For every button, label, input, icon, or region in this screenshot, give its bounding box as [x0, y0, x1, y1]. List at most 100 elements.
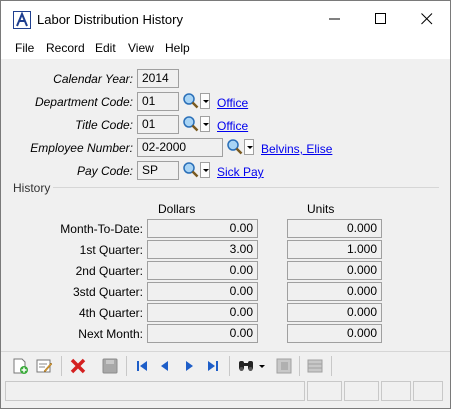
history-units-value: 0.000	[287, 282, 382, 301]
search-icon	[183, 162, 199, 178]
menu-record[interactable]: Record	[46, 41, 85, 55]
chevron-down-icon	[247, 146, 253, 149]
menu-edit[interactable]: Edit	[95, 41, 116, 55]
first-record-icon	[137, 361, 147, 371]
minimize-button[interactable]	[312, 1, 358, 37]
last-record-icon	[208, 361, 218, 371]
previous-record-button[interactable]	[156, 357, 174, 375]
department-code-field[interactable]: 01	[137, 92, 179, 111]
history-row-label: 4th Quarter:	[78, 306, 143, 320]
delete-record-button[interactable]	[69, 357, 87, 375]
last-record-button[interactable]	[204, 357, 222, 375]
history-units-value: 0.000	[287, 219, 382, 238]
chevron-down-icon	[203, 123, 209, 126]
status-panel	[381, 381, 411, 401]
employee-number-dropdown-button[interactable]	[244, 139, 254, 155]
calendar-year-label: Calendar Year:	[53, 72, 133, 86]
status-panel	[344, 381, 379, 401]
browse-icon	[276, 358, 292, 374]
find-dropdown-icon	[259, 365, 265, 368]
toolbar-separator	[229, 356, 230, 376]
minimize-icon	[329, 18, 340, 20]
next-record-icon	[186, 361, 193, 371]
history-dollars-value: 0.00	[147, 282, 258, 301]
app-window: Labor Distribution History File Record E…	[0, 0, 451, 409]
search-icon	[183, 93, 199, 109]
delete-icon	[70, 358, 86, 374]
close-icon	[421, 13, 433, 25]
department-code-link[interactable]: Office	[217, 96, 248, 110]
maximize-button[interactable]	[358, 1, 404, 37]
history-divider	[53, 187, 439, 188]
status-panel	[413, 381, 443, 401]
history-dollars-value: 3.00	[147, 240, 258, 259]
title-bar: Labor Distribution History	[1, 1, 450, 37]
pay-code-dropdown-button[interactable]	[200, 162, 210, 178]
history-row-label: 3std Quarter:	[72, 285, 143, 299]
status-message-panel	[5, 381, 305, 401]
previous-record-icon	[161, 361, 168, 371]
status-panel	[307, 381, 342, 401]
employee-name-link[interactable]: Belvins, Elise	[261, 142, 332, 156]
save-record-button[interactable]	[101, 357, 119, 375]
title-code-link[interactable]: Office	[217, 119, 248, 133]
save-icon	[102, 358, 118, 374]
window-title: Labor Distribution History	[37, 12, 183, 27]
title-code-dropdown-button[interactable]	[200, 116, 210, 132]
history-units-value: 1.000	[287, 240, 382, 259]
history-dollars-value: 0.00	[147, 303, 258, 322]
title-code-lookup-button[interactable]	[182, 115, 200, 133]
menu-bar: File Record Edit View Help	[1, 37, 450, 59]
pay-code-label: Pay Code:	[76, 164, 133, 178]
units-column-header: Units	[307, 202, 335, 216]
search-icon	[227, 139, 243, 155]
new-record-button[interactable]	[11, 357, 29, 375]
history-dollars-value: 0.00	[147, 219, 258, 238]
menu-file[interactable]: File	[15, 41, 34, 55]
dollars-column-header: Dollars	[158, 202, 196, 216]
record-toolbar	[1, 351, 450, 379]
next-record-button[interactable]	[180, 357, 198, 375]
department-code-dropdown-button[interactable]	[200, 93, 210, 109]
history-dollars-value: 0.00	[147, 324, 258, 343]
history-row-label: 2nd Quarter:	[75, 264, 143, 278]
new-record-icon	[13, 358, 28, 374]
history-row-label: Next Month:	[78, 327, 143, 341]
close-button[interactable]	[404, 1, 450, 37]
history-dollars-value: 0.00	[147, 261, 258, 280]
first-record-button[interactable]	[133, 357, 151, 375]
history-section-label: History	[13, 181, 51, 195]
chevron-down-icon	[203, 169, 209, 172]
maximize-icon	[375, 13, 386, 24]
employee-number-lookup-button[interactable]	[226, 138, 244, 156]
menu-help[interactable]: Help	[165, 41, 190, 55]
pay-code-field[interactable]: SP	[137, 161, 179, 180]
history-row-label: 1st Quarter:	[79, 243, 143, 257]
chevron-down-icon	[203, 100, 209, 103]
edit-record-button[interactable]	[35, 357, 53, 375]
employee-number-field[interactable]: 02-2000	[137, 138, 223, 157]
pay-code-link[interactable]: Sick Pay	[217, 165, 264, 179]
title-code-label: Title Code:	[75, 118, 133, 132]
find-binoculars-icon	[239, 361, 253, 371]
department-code-label: Department Code:	[34, 95, 133, 109]
toolbar-separator	[331, 356, 332, 376]
history-units-value: 0.000	[287, 324, 382, 343]
edit-record-icon	[36, 359, 53, 373]
status-bar	[1, 379, 450, 408]
menu-view[interactable]: View	[128, 41, 154, 55]
department-code-lookup-button[interactable]	[182, 92, 200, 110]
browse-button[interactable]	[275, 357, 293, 375]
employee-number-label: Employee Number:	[30, 141, 133, 155]
toolbar-separator	[61, 356, 62, 376]
calendar-year-field[interactable]: 2014	[137, 69, 179, 88]
search-icon	[183, 116, 199, 132]
list-button[interactable]	[306, 357, 324, 375]
toolbar-separator	[299, 356, 300, 376]
pay-code-lookup-button[interactable]	[182, 161, 200, 179]
history-row-label: Month-To-Date:	[60, 222, 143, 236]
find-button[interactable]	[237, 357, 255, 375]
find-options-button[interactable]	[257, 357, 267, 375]
app-logo-icon	[13, 11, 31, 29]
title-code-field[interactable]: 01	[137, 115, 179, 134]
